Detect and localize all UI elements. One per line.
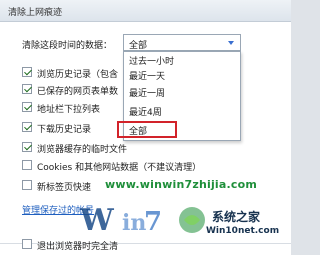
svg-text:W: W xyxy=(80,203,115,238)
checkbox-label: 退出浏览器时完全清 xyxy=(37,242,119,252)
checkbox-label: 浏览器缓存的临时文件 xyxy=(37,145,128,155)
dropdown-option-past-hour[interactable]: 过去一小时 xyxy=(127,55,237,69)
selection-highlight-box xyxy=(117,121,177,138)
watermark-url-secondary: Win10net.com xyxy=(206,226,280,236)
checkbox-clear-on-exit[interactable] xyxy=(22,239,32,249)
watermark-name: 系统之家 xyxy=(212,210,261,224)
checkbox-label: 下载历史记录 xyxy=(37,125,92,135)
clear-browsing-data-dialog: 清除上网痕迹 清除这段时间的数据： 全部 过去一小时 最近一天 最近一周 最近4… xyxy=(0,0,291,255)
checkbox-cached-temp-files[interactable] xyxy=(22,142,32,152)
dialog-titlebar: 清除上网痕迹 xyxy=(0,0,291,22)
checkbox-download-history[interactable] xyxy=(22,122,32,132)
checkbox-label: 新标签页快速 xyxy=(37,183,92,193)
checkbox-label: 地址栏下拉列表 xyxy=(37,105,101,115)
time-range-label: 清除这段时间的数据： xyxy=(22,41,113,51)
checkbox-browsing-history[interactable] xyxy=(22,67,32,77)
dropdown-option-last-week[interactable]: 最近一周 xyxy=(127,87,237,101)
watermark-url: www.winwin7zhijia.com xyxy=(105,178,258,191)
checkbox-new-tab-quick[interactable] xyxy=(22,180,32,190)
checkbox-label: Cookies 和其他网站数据（不建议清理） xyxy=(37,163,202,173)
checkbox-label: 已保存的网页表单数 xyxy=(37,87,119,97)
checkbox-cookies[interactable] xyxy=(22,160,32,170)
dropdown-option-last-day[interactable]: 最近一天 xyxy=(127,70,237,84)
svg-text:7: 7 xyxy=(144,207,162,237)
checkbox-label: 浏览历史记录（包含 xyxy=(37,70,119,80)
chevron-down-icon[interactable] xyxy=(228,41,234,45)
dialog-title: 清除上网痕迹 xyxy=(8,8,63,18)
checkbox-saved-form-data[interactable] xyxy=(22,84,32,94)
time-range-selected-value: 全部 xyxy=(129,41,148,51)
svg-text:in: in xyxy=(122,210,146,236)
dropdown-option-last-4-weeks[interactable]: 最近4周 xyxy=(127,106,237,120)
checkbox-address-bar-list[interactable] xyxy=(22,102,32,112)
time-range-select[interactable]: 全部 xyxy=(123,34,241,51)
